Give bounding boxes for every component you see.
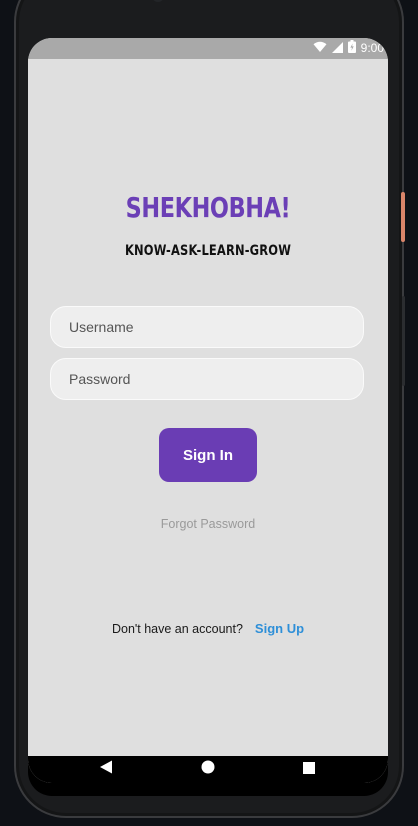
signup-prompt: Don't have an account? <box>111 621 243 636</box>
status-bar: 9:00 <box>28 38 388 59</box>
device-screen: 9:00 SHEKHOBHA! KNOW-ASK-LEARN-GROW Sign… <box>28 38 388 783</box>
status-icons: 9:00 <box>313 39 384 58</box>
device-stage: 9:00 SHEKHOBHA! KNOW-ASK-LEARN-GROW Sign… <box>0 0 418 826</box>
battery-icon <box>347 39 356 58</box>
power-button[interactable] <box>401 192 405 242</box>
recents-icon <box>303 761 315 779</box>
volume-button[interactable] <box>402 296 405 386</box>
status-time: 9:00 <box>360 41 384 55</box>
back-icon <box>99 760 113 779</box>
signal-icon <box>331 40 343 58</box>
forgot-password-link[interactable]: Forgot Password <box>28 517 388 531</box>
sensor <box>152 0 164 2</box>
recents-button[interactable] <box>289 756 329 783</box>
password-field[interactable] <box>50 358 364 400</box>
navigation-bar <box>28 756 388 783</box>
back-button[interactable] <box>86 756 126 783</box>
sign-up-link[interactable]: Sign Up <box>255 621 304 636</box>
username-field[interactable] <box>50 306 364 348</box>
signup-row: Don't have an account? Sign Up <box>28 621 388 636</box>
username-input[interactable] <box>51 307 363 347</box>
home-button[interactable] <box>188 756 228 783</box>
app-tagline: KNOW-ASK-LEARN-GROW <box>124 243 292 259</box>
app-title: SHEKHOBHA! <box>125 191 291 224</box>
login-screen: SHEKHOBHA! KNOW-ASK-LEARN-GROW Sign In F… <box>28 59 388 756</box>
sign-in-button[interactable]: Sign In <box>159 428 257 482</box>
password-input[interactable] <box>51 359 363 399</box>
wifi-icon <box>313 40 327 58</box>
home-icon <box>201 760 215 779</box>
